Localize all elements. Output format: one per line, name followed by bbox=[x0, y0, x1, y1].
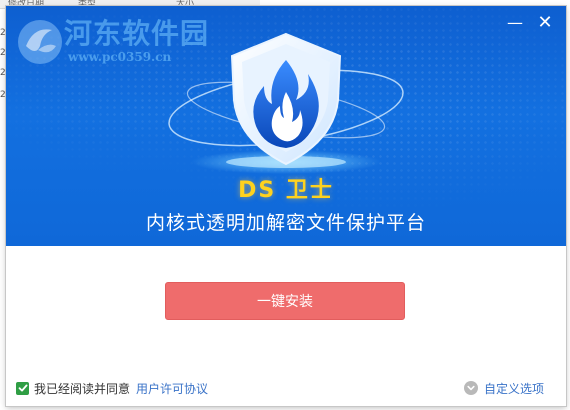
background-row-digit: 2 bbox=[0, 90, 6, 100]
background-row-digit: 2 bbox=[0, 68, 6, 78]
custom-options-label: 自定义选项 bbox=[484, 381, 545, 396]
check-icon bbox=[18, 384, 27, 392]
agreement-text: 我已经阅读并同意 bbox=[34, 381, 131, 396]
header-banner: 河东软件园 www.pc0359.cn — ✕ DS 卫士 内核式透明加解密文件… bbox=[6, 6, 566, 246]
close-button[interactable]: ✕ bbox=[536, 14, 554, 32]
installer-window: 河东软件园 www.pc0359.cn — ✕ DS 卫士 内核式透明加解密文件… bbox=[6, 6, 566, 406]
license-agreement-link[interactable]: 用户许可协议 bbox=[136, 380, 208, 397]
shield-flame-icon bbox=[168, 32, 404, 174]
product-subtitle: 内核式透明加解密文件保护平台 bbox=[145, 212, 426, 234]
agreement-checkbox[interactable] bbox=[16, 381, 29, 395]
install-button[interactable]: 一键安装 bbox=[165, 282, 405, 320]
background-row-digit: 2 bbox=[0, 48, 6, 58]
background-row-digit: 2 bbox=[0, 28, 6, 38]
chevron-down-icon bbox=[464, 381, 478, 395]
agreement-row: 我已经阅读并同意 用户许可协议 bbox=[16, 380, 208, 396]
custom-options-toggle[interactable]: 自定义选项 bbox=[464, 380, 544, 396]
hedong-logo-icon bbox=[18, 20, 62, 64]
minimize-button[interactable]: — bbox=[506, 14, 524, 32]
product-name: DS 卫士 bbox=[238, 178, 334, 203]
